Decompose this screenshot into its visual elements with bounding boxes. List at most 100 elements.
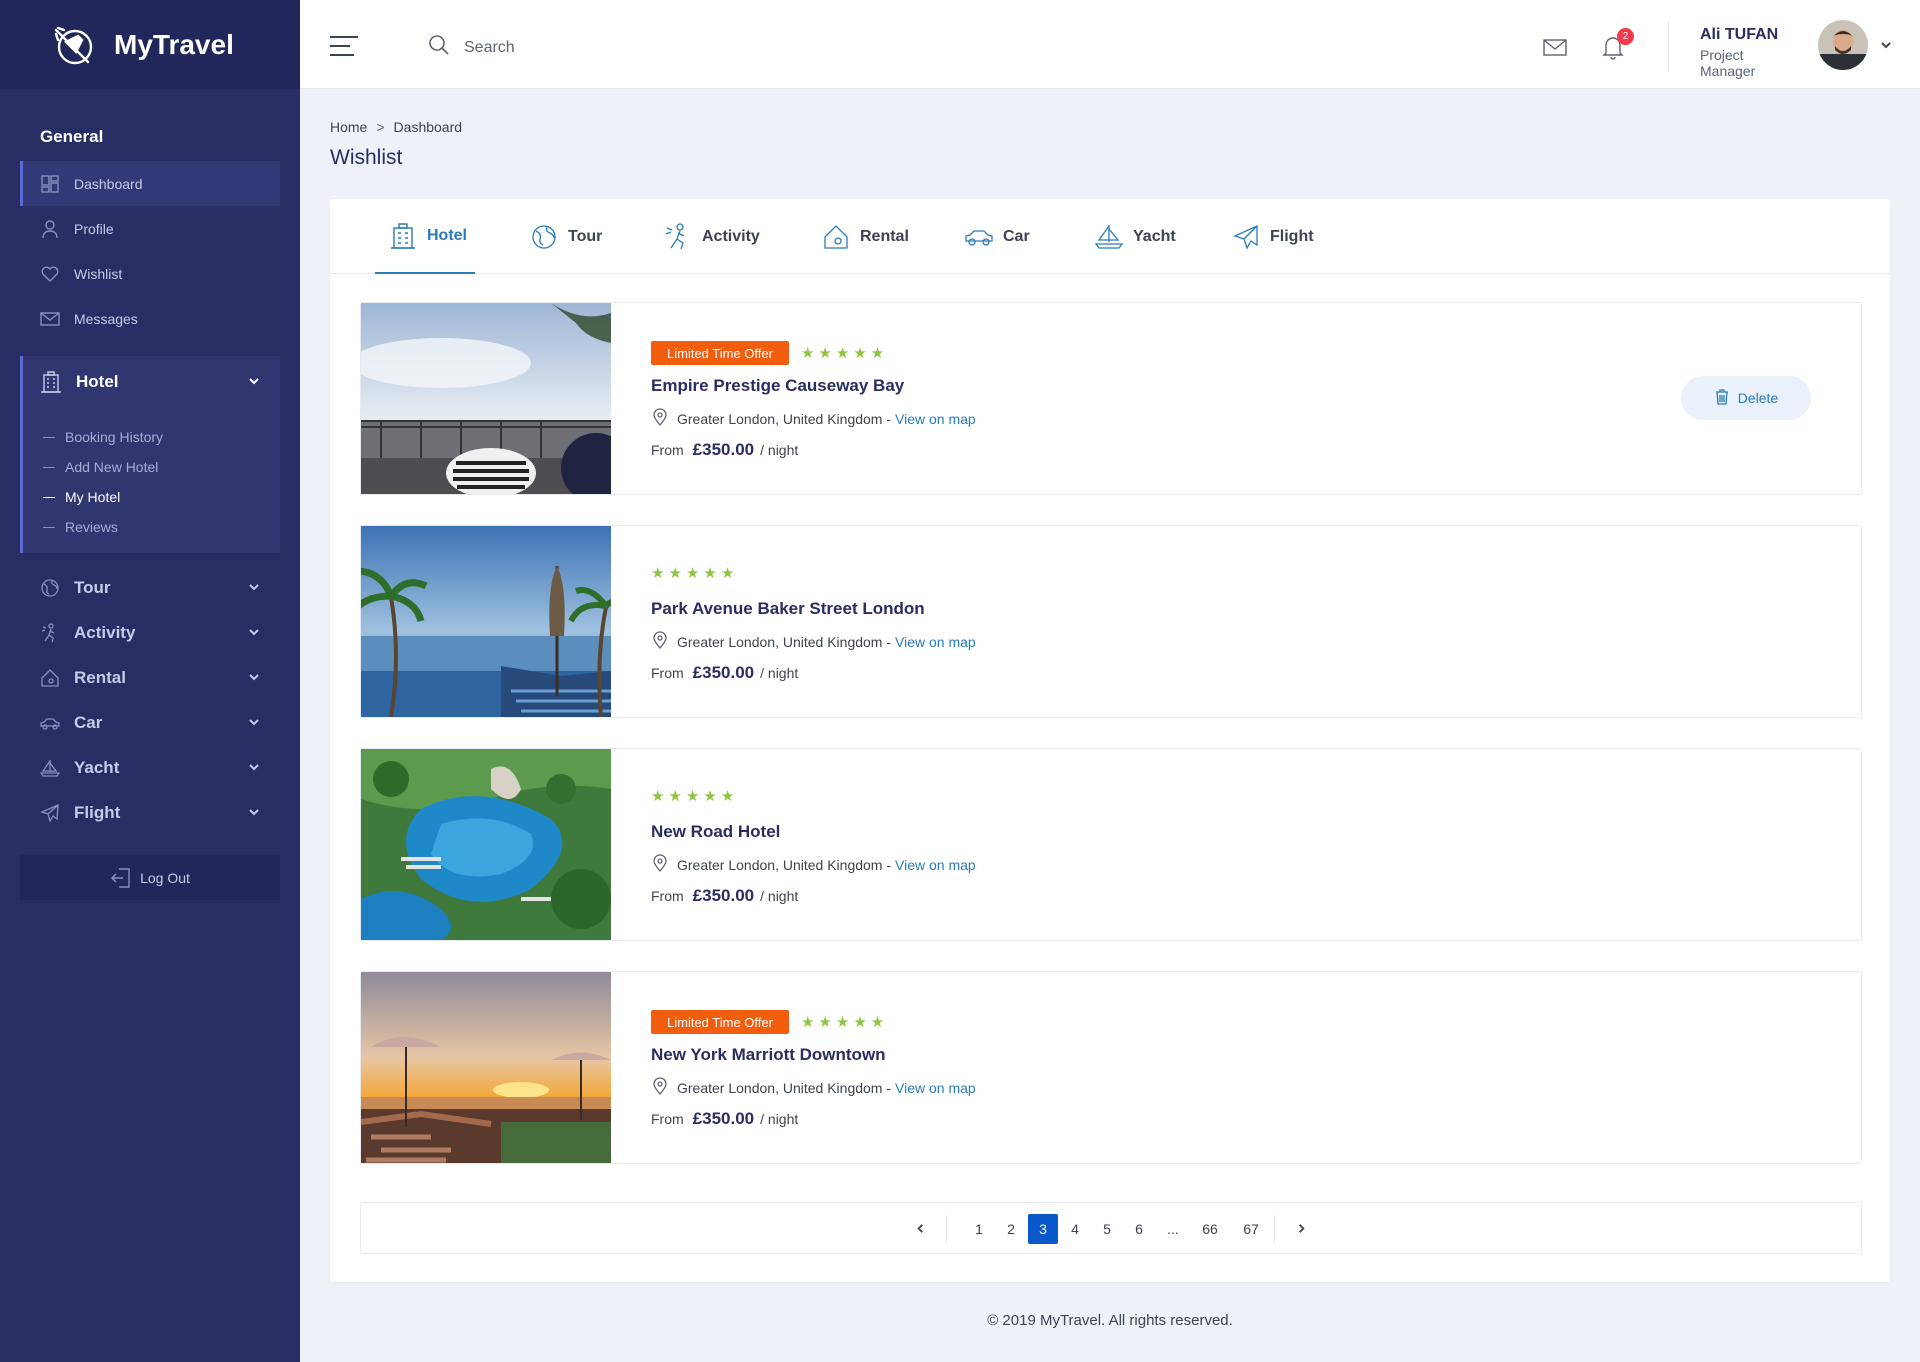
sidebar-item-tour[interactable]: Tour (20, 565, 280, 610)
delete-button[interactable]: Delete (1681, 376, 1811, 420)
submenu-item-reviews[interactable]: Reviews (23, 512, 280, 542)
logout-icon (110, 867, 132, 889)
hotel-icon (389, 222, 417, 250)
house-icon (822, 223, 850, 251)
hotel-price: From £350.00 / night (651, 886, 799, 905)
tab-yacht[interactable]: Yacht (1095, 199, 1176, 274)
price-amount: £350.00 (692, 1109, 755, 1128)
notifications-button[interactable]: 2 (1600, 28, 1634, 60)
sidebar-item-car[interactable]: Car (20, 700, 280, 745)
sidebar-group-hotel: Hotel Booking History Add New Hotel My H… (20, 356, 280, 553)
star-icon: ★ (853, 1014, 867, 1031)
tab-activity[interactable]: Activity (664, 199, 760, 274)
brand[interactable]: MyTravel (0, 0, 300, 89)
house-icon (40, 668, 60, 688)
chevron-down-icon[interactable] (1880, 38, 1892, 56)
page-ellipsis: ... (1167, 1221, 1179, 1237)
star-icon: ★ (853, 345, 867, 362)
hotel-image[interactable] (361, 749, 611, 940)
sidebar-item-dashboard[interactable]: Dashboard (20, 161, 280, 206)
sailboat-icon (1095, 223, 1123, 251)
user-icon (40, 219, 60, 239)
star-icon: ★ (835, 1014, 850, 1031)
hotel-image[interactable] (361, 972, 611, 1163)
hotel-name[interactable]: New Road Hotel (651, 822, 780, 842)
car-icon (40, 713, 60, 733)
messages-button[interactable] (1542, 34, 1568, 60)
submenu-item-booking-history[interactable]: Booking History (23, 422, 280, 452)
hotel-meta-row: ★ ★ ★ ★ ★ (651, 787, 738, 805)
tab-hotel[interactable]: Hotel (375, 199, 475, 274)
star-icon: ★ (800, 345, 815, 362)
star-icon: ★ (800, 1014, 815, 1031)
view-on-map-link[interactable]: View on map (895, 411, 976, 427)
sidebar-item-flight[interactable]: Flight (20, 790, 280, 835)
star-icon: ★ (668, 788, 682, 805)
sidebar-item-rental[interactable]: Rental (20, 655, 280, 700)
main-content: Home > Dashboard Wishlist Hotel Tour Act… (330, 89, 1890, 1282)
tab-flight[interactable]: Flight (1232, 199, 1314, 274)
star-rating: ★ ★ ★ ★ ★ (801, 1013, 888, 1031)
next-page-button[interactable] (1286, 1214, 1316, 1244)
hotel-card: Limited Time Offer ★ ★ ★ ★ ★ New York Marrio… (360, 971, 1862, 1164)
user-info[interactable]: Ali TUFAN Project Manager (1700, 26, 1800, 79)
prev-page-button[interactable] (905, 1214, 935, 1244)
map-pin-icon (651, 1077, 677, 1098)
page-button[interactable]: 6 (1124, 1214, 1154, 1244)
page-button[interactable]: 67 (1236, 1214, 1266, 1244)
hotel-name[interactable]: Empire Prestige Causeway Bay (651, 376, 904, 396)
view-on-map-link[interactable]: View on map (895, 634, 976, 650)
avatar[interactable] (1818, 20, 1868, 70)
sidebar-item-yacht[interactable]: Yacht (20, 745, 280, 790)
price-amount: £350.00 (692, 886, 755, 905)
hotel-image[interactable] (361, 303, 611, 494)
page-button[interactable]: 2 (996, 1214, 1026, 1244)
sidebar-item-activity[interactable]: Activity (20, 610, 280, 655)
hotel-card: Limited Time Offer ★ ★ ★ ★ ★ Empire Prestige… (360, 302, 1862, 495)
map-pin-icon (651, 854, 677, 875)
star-icon: ★ (703, 565, 717, 582)
page-button[interactable]: 66 (1195, 1214, 1225, 1244)
globe-icon (530, 223, 558, 251)
view-on-map-link[interactable]: View on map (895, 1080, 976, 1096)
heart-icon (40, 264, 60, 284)
plane-icon (40, 803, 60, 823)
breadcrumb-home[interactable]: Home (330, 119, 367, 135)
chevron-right-icon (1296, 1221, 1307, 1237)
search-input[interactable] (464, 38, 764, 57)
star-icon: ★ (651, 788, 665, 805)
tab-rental[interactable]: Rental (822, 199, 909, 274)
tab-car[interactable]: Car (965, 199, 1030, 274)
view-on-map-link[interactable]: View on map (895, 857, 976, 873)
logout-button[interactable]: Log Out (20, 855, 280, 900)
hotel-name[interactable]: Park Avenue Baker Street London (651, 599, 925, 619)
top-header: 2 Ali TUFAN Project Manager (300, 0, 1920, 89)
page-button[interactable]: 5 (1092, 1214, 1122, 1244)
sidebar-item-messages[interactable]: Messages (20, 296, 280, 341)
page-button[interactable]: 1 (964, 1214, 994, 1244)
logo-icon (48, 20, 98, 70)
chevron-down-icon (248, 372, 260, 392)
sidebar-item-wishlist[interactable]: Wishlist (20, 251, 280, 296)
hotel-card: ★ ★ ★ ★ ★ Park Avenue Baker Street London Gr… (360, 525, 1862, 718)
sidebar-item-profile[interactable]: Profile (20, 206, 280, 251)
hotel-image[interactable] (361, 526, 611, 717)
menu-toggle-icon[interactable] (330, 36, 358, 56)
search-icon (428, 34, 464, 61)
star-icon: ★ (720, 788, 735, 805)
submenu-item-add-new-hotel[interactable]: Add New Hotel (23, 452, 280, 482)
page-button[interactable]: 4 (1060, 1214, 1090, 1244)
hotel-name[interactable]: New York Marriott Downtown (651, 1045, 886, 1065)
page-button-current[interactable]: 3 (1028, 1214, 1058, 1244)
hotel-location: Greater London, United Kingdom - View on… (651, 631, 976, 652)
star-icon: ★ (870, 1014, 885, 1031)
mail-icon (40, 309, 60, 329)
sidebar-item-hotel[interactable]: Hotel (23, 356, 280, 408)
submenu-item-my-hotel[interactable]: My Hotel (23, 482, 280, 512)
hotel-info: ★ ★ ★ ★ ★ Park Avenue Baker Street London Gr… (651, 526, 1351, 717)
star-icon: ★ (668, 565, 682, 582)
tab-tour[interactable]: Tour (530, 199, 602, 274)
star-rating: ★ ★ ★ ★ ★ (801, 344, 888, 362)
sidebar: MyTravel General Dashboard Profile Wishl… (0, 0, 300, 1362)
star-icon: ★ (870, 345, 885, 362)
